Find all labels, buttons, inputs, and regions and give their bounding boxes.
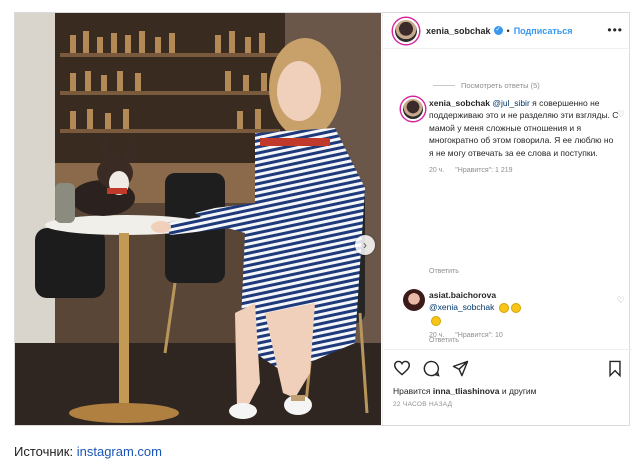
reply-mention[interactable]: @jul_sibir	[492, 98, 529, 108]
post-photo[interactable]: ›	[15, 13, 381, 425]
share-send-icon[interactable]	[452, 360, 469, 377]
bookmark-icon[interactable]	[608, 360, 622, 377]
verified-badge-icon: ✓	[493, 26, 503, 35]
author-username[interactable]: xenia_sobchak	[426, 26, 491, 36]
like-heart-icon[interactable]	[393, 360, 411, 376]
clap-emoji-icon	[498, 303, 509, 314]
liked-suffix: и другим	[501, 386, 537, 396]
view-replies-link[interactable]: Посмотреть ответы (5)	[433, 81, 540, 90]
reply-username[interactable]: xenia_sobchak	[429, 98, 490, 108]
source-link[interactable]: instagram.com	[77, 444, 162, 459]
more-options-icon[interactable]: •••	[607, 23, 623, 37]
reply-answer-link[interactable]: Ответить	[429, 268, 459, 275]
next-photo-button[interactable]: ›	[355, 235, 375, 255]
reply-likes[interactable]: "Нравится": 1 219	[455, 167, 512, 174]
separator-dot: •	[506, 25, 510, 36]
liked-prefix: Нравится	[393, 386, 431, 396]
comment-bubble-icon[interactable]	[423, 360, 440, 377]
photo-illustration	[15, 13, 381, 425]
view-replies-label: Посмотреть ответы (5)	[461, 81, 540, 90]
second-username[interactable]: asiat.baichorova	[429, 290, 496, 300]
follow-button[interactable]: Подписаться	[514, 26, 573, 36]
second-answer-link[interactable]: Ответить	[429, 337, 459, 344]
post-timestamp: 22 ЧАСОВ НАЗАД	[393, 401, 453, 408]
second-avatar[interactable]	[403, 289, 425, 311]
clap-emoji-icon	[431, 315, 441, 326]
liked-by[interactable]: Нравится inna_tliashinova и другим	[393, 386, 622, 396]
like-second-heart-icon[interactable]: ♡	[617, 295, 625, 306]
reply-avatar[interactable]	[401, 97, 425, 121]
reply-comment: ♡ xenia_sobchak @jul_sibir я совершенно …	[401, 97, 625, 175]
second-likes[interactable]: "Нравится": 10	[455, 332, 503, 339]
second-comment: ♡ asiat.baichorova @xenia_sobchak 20 ч. …	[403, 289, 625, 339]
comments-panel: xenia_sobchak ✓ • Подписаться ••• Посмот…	[382, 13, 632, 425]
like-comment-heart-icon[interactable]: ♡	[617, 109, 625, 120]
instagram-post: › xenia_sobchak ✓ • Подписаться ••• Посм…	[14, 12, 632, 426]
source-label: Источник:	[14, 444, 74, 459]
post-actions: Нравится inna_tliashinova и другим 22 ЧА…	[383, 349, 632, 408]
source-caption: Источник: instagram.com	[14, 444, 162, 459]
replies-line	[433, 85, 455, 86]
clap-emoji-icon	[510, 303, 521, 314]
author-avatar[interactable]	[393, 17, 419, 44]
second-mention[interactable]: @xenia_sobchak	[429, 302, 494, 312]
post-header: xenia_sobchak ✓ • Подписаться •••	[383, 13, 631, 49]
liked-user[interactable]: inna_tliashinova	[433, 386, 500, 396]
reply-time: 20 ч.	[429, 167, 445, 175]
